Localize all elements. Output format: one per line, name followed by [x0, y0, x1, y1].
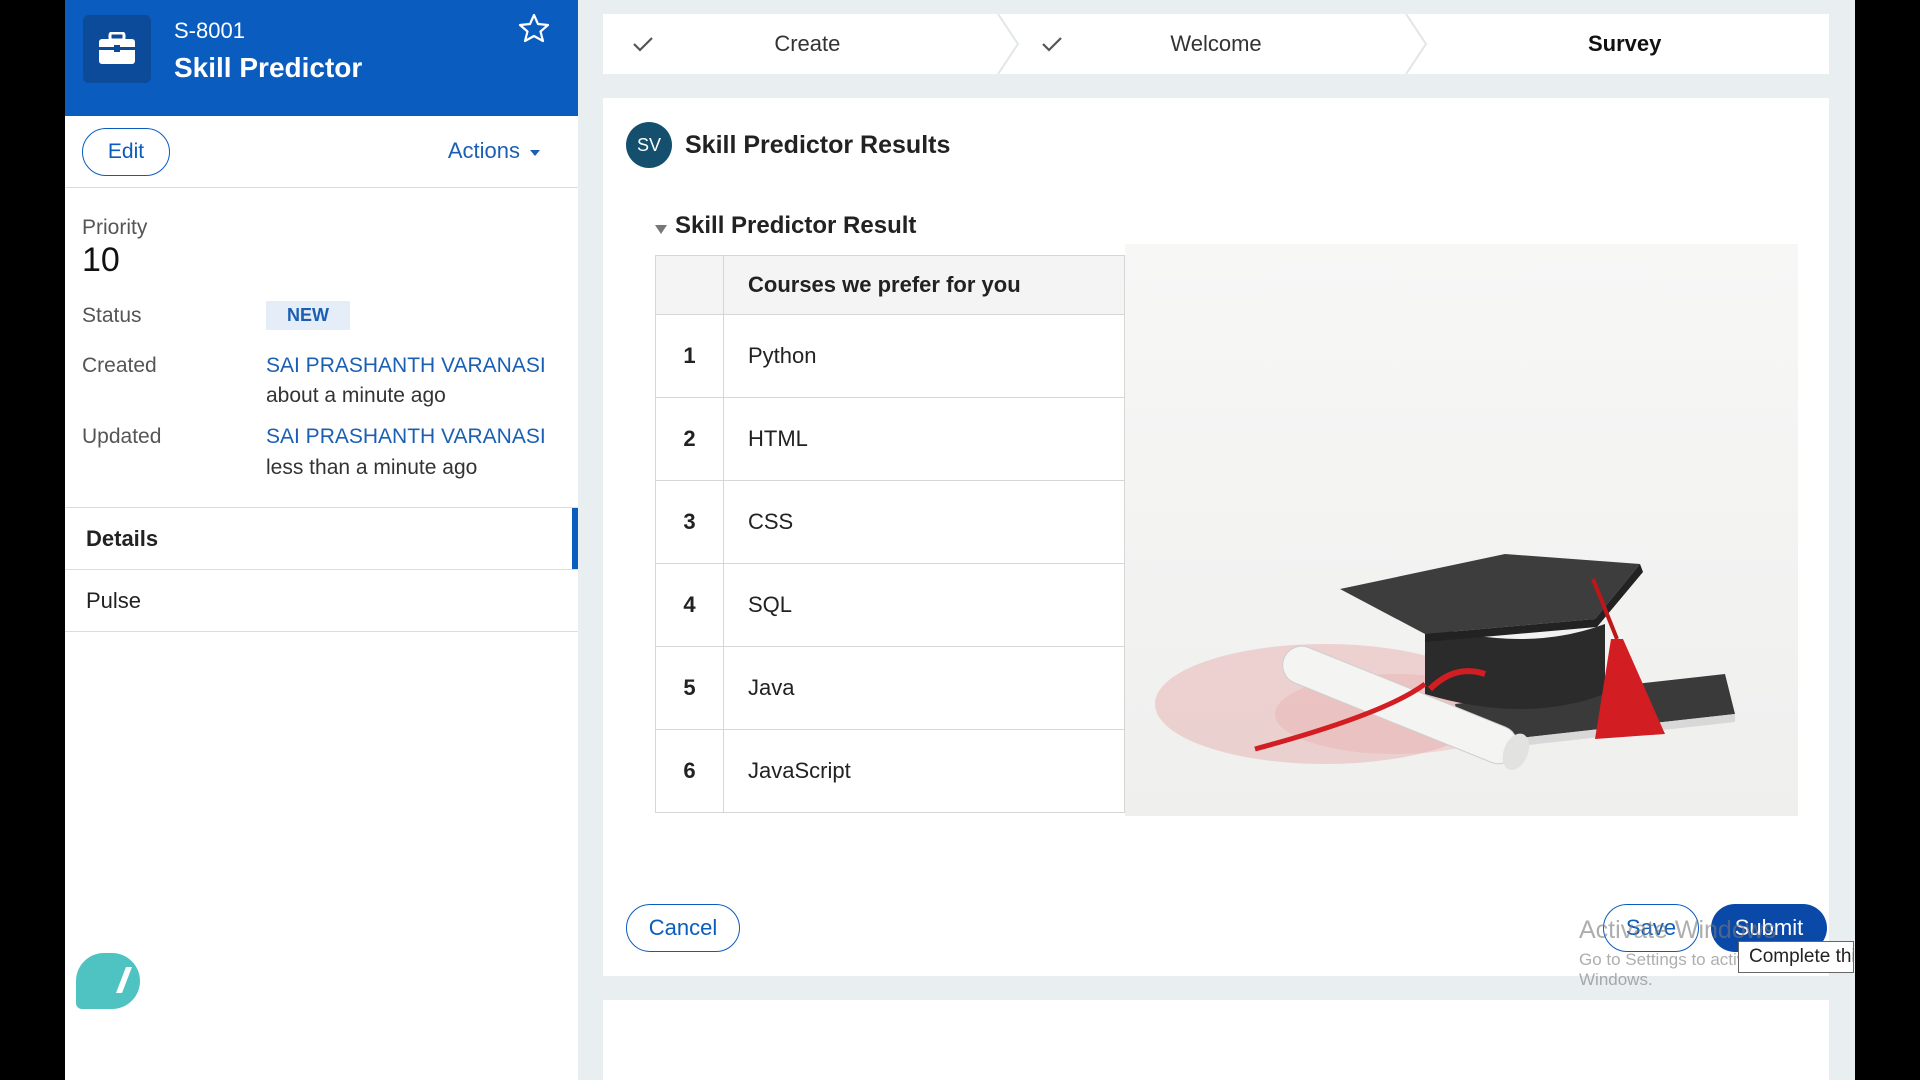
row-course: JavaScript	[723, 729, 1125, 813]
edit-button[interactable]: Edit	[82, 128, 170, 176]
main-content: Create Welcome Survey SV Skill Predictor…	[578, 0, 1855, 1080]
updated-when: less than a minute ago	[266, 456, 478, 479]
section-title: Skill Predictor Result	[675, 212, 917, 239]
chat-assistant-icon[interactable]	[76, 953, 140, 1009]
table-header-courses: Courses we prefer for you	[723, 255, 1125, 315]
graduation-cap-illustration	[1125, 244, 1798, 816]
submit-tooltip: Complete this assignment	[1738, 941, 1854, 973]
table-row: 3 CSS	[655, 480, 1125, 564]
tab-pulse[interactable]: Pulse	[65, 570, 578, 632]
row-number: 3	[655, 480, 724, 564]
section-header[interactable]: Skill Predictor Result	[655, 212, 916, 240]
briefcase-icon	[83, 15, 151, 83]
star-icon[interactable]	[518, 12, 550, 44]
case-summary-panel: S-8001 Skill Predictor Edit Actions Prio…	[65, 0, 578, 1080]
case-title: Skill Predictor	[174, 52, 363, 83]
table-header-row: Courses we prefer for you	[655, 255, 1125, 315]
step-welcome[interactable]: Welcome	[1012, 14, 1428, 74]
action-bar: Edit Actions	[65, 116, 578, 188]
priority-label: Priority	[82, 216, 148, 239]
cancel-button[interactable]: Cancel	[626, 904, 740, 952]
stage-stepper: Create Welcome Survey	[603, 14, 1829, 74]
status-label: Status	[82, 304, 142, 327]
table-row: 4 SQL	[655, 563, 1125, 647]
step-label: Welcome	[1170, 31, 1262, 56]
row-course: Java	[723, 646, 1125, 730]
row-number: 4	[655, 563, 724, 647]
table-row: 1 Python	[655, 314, 1125, 398]
chevron-down-icon	[530, 149, 540, 156]
step-survey[interactable]: Survey	[1420, 14, 1829, 74]
row-number: 2	[655, 397, 724, 481]
row-course: SQL	[723, 563, 1125, 647]
avatar: SV	[626, 122, 672, 168]
step-create[interactable]: Create	[603, 14, 1019, 74]
row-number: 6	[655, 729, 724, 813]
table-row: 2 HTML	[655, 397, 1125, 481]
created-when: about a minute ago	[266, 384, 446, 407]
created-by-link[interactable]: SAI PRASHANTH VARANASI	[266, 354, 546, 378]
step-label: Survey	[1587, 31, 1662, 56]
assignment-card: SV Skill Predictor Results Skill Predict…	[603, 98, 1854, 989]
row-course: CSS	[723, 480, 1125, 564]
actions-menu[interactable]: Actions	[448, 138, 540, 164]
case-id: S-8001	[174, 18, 245, 43]
created-label: Created	[82, 354, 157, 377]
check-icon	[1041, 37, 1062, 52]
courses-table: Courses we prefer for you 1 Python 2 HTML …	[655, 255, 1125, 813]
collapse-triangle-icon[interactable]	[655, 224, 667, 234]
case-summary: Priority 10 Status NEW Created SAI PRASH…	[65, 188, 578, 508]
priority-value: 10	[82, 241, 120, 279]
updated-by-link[interactable]: SAI PRASHANTH VARANASI	[266, 425, 546, 449]
table-header-num	[655, 255, 724, 315]
row-course: Python	[723, 314, 1125, 398]
step-label: Create	[774, 31, 841, 56]
case-header: S-8001 Skill Predictor	[65, 0, 578, 116]
check-icon	[633, 37, 653, 52]
secondary-card	[603, 1000, 1829, 1080]
updated-label: Updated	[82, 425, 162, 448]
actions-label: Actions	[447, 138, 520, 163]
table-row: 5 Java	[655, 646, 1125, 730]
status-badge: NEW	[266, 301, 350, 330]
row-course: HTML	[723, 397, 1125, 481]
table-row: 6 JavaScript	[655, 729, 1125, 813]
tab-details[interactable]: Details	[65, 508, 578, 570]
row-number: 5	[655, 646, 724, 730]
card-title: Skill Predictor Results	[685, 131, 951, 159]
row-number: 1	[655, 314, 724, 398]
